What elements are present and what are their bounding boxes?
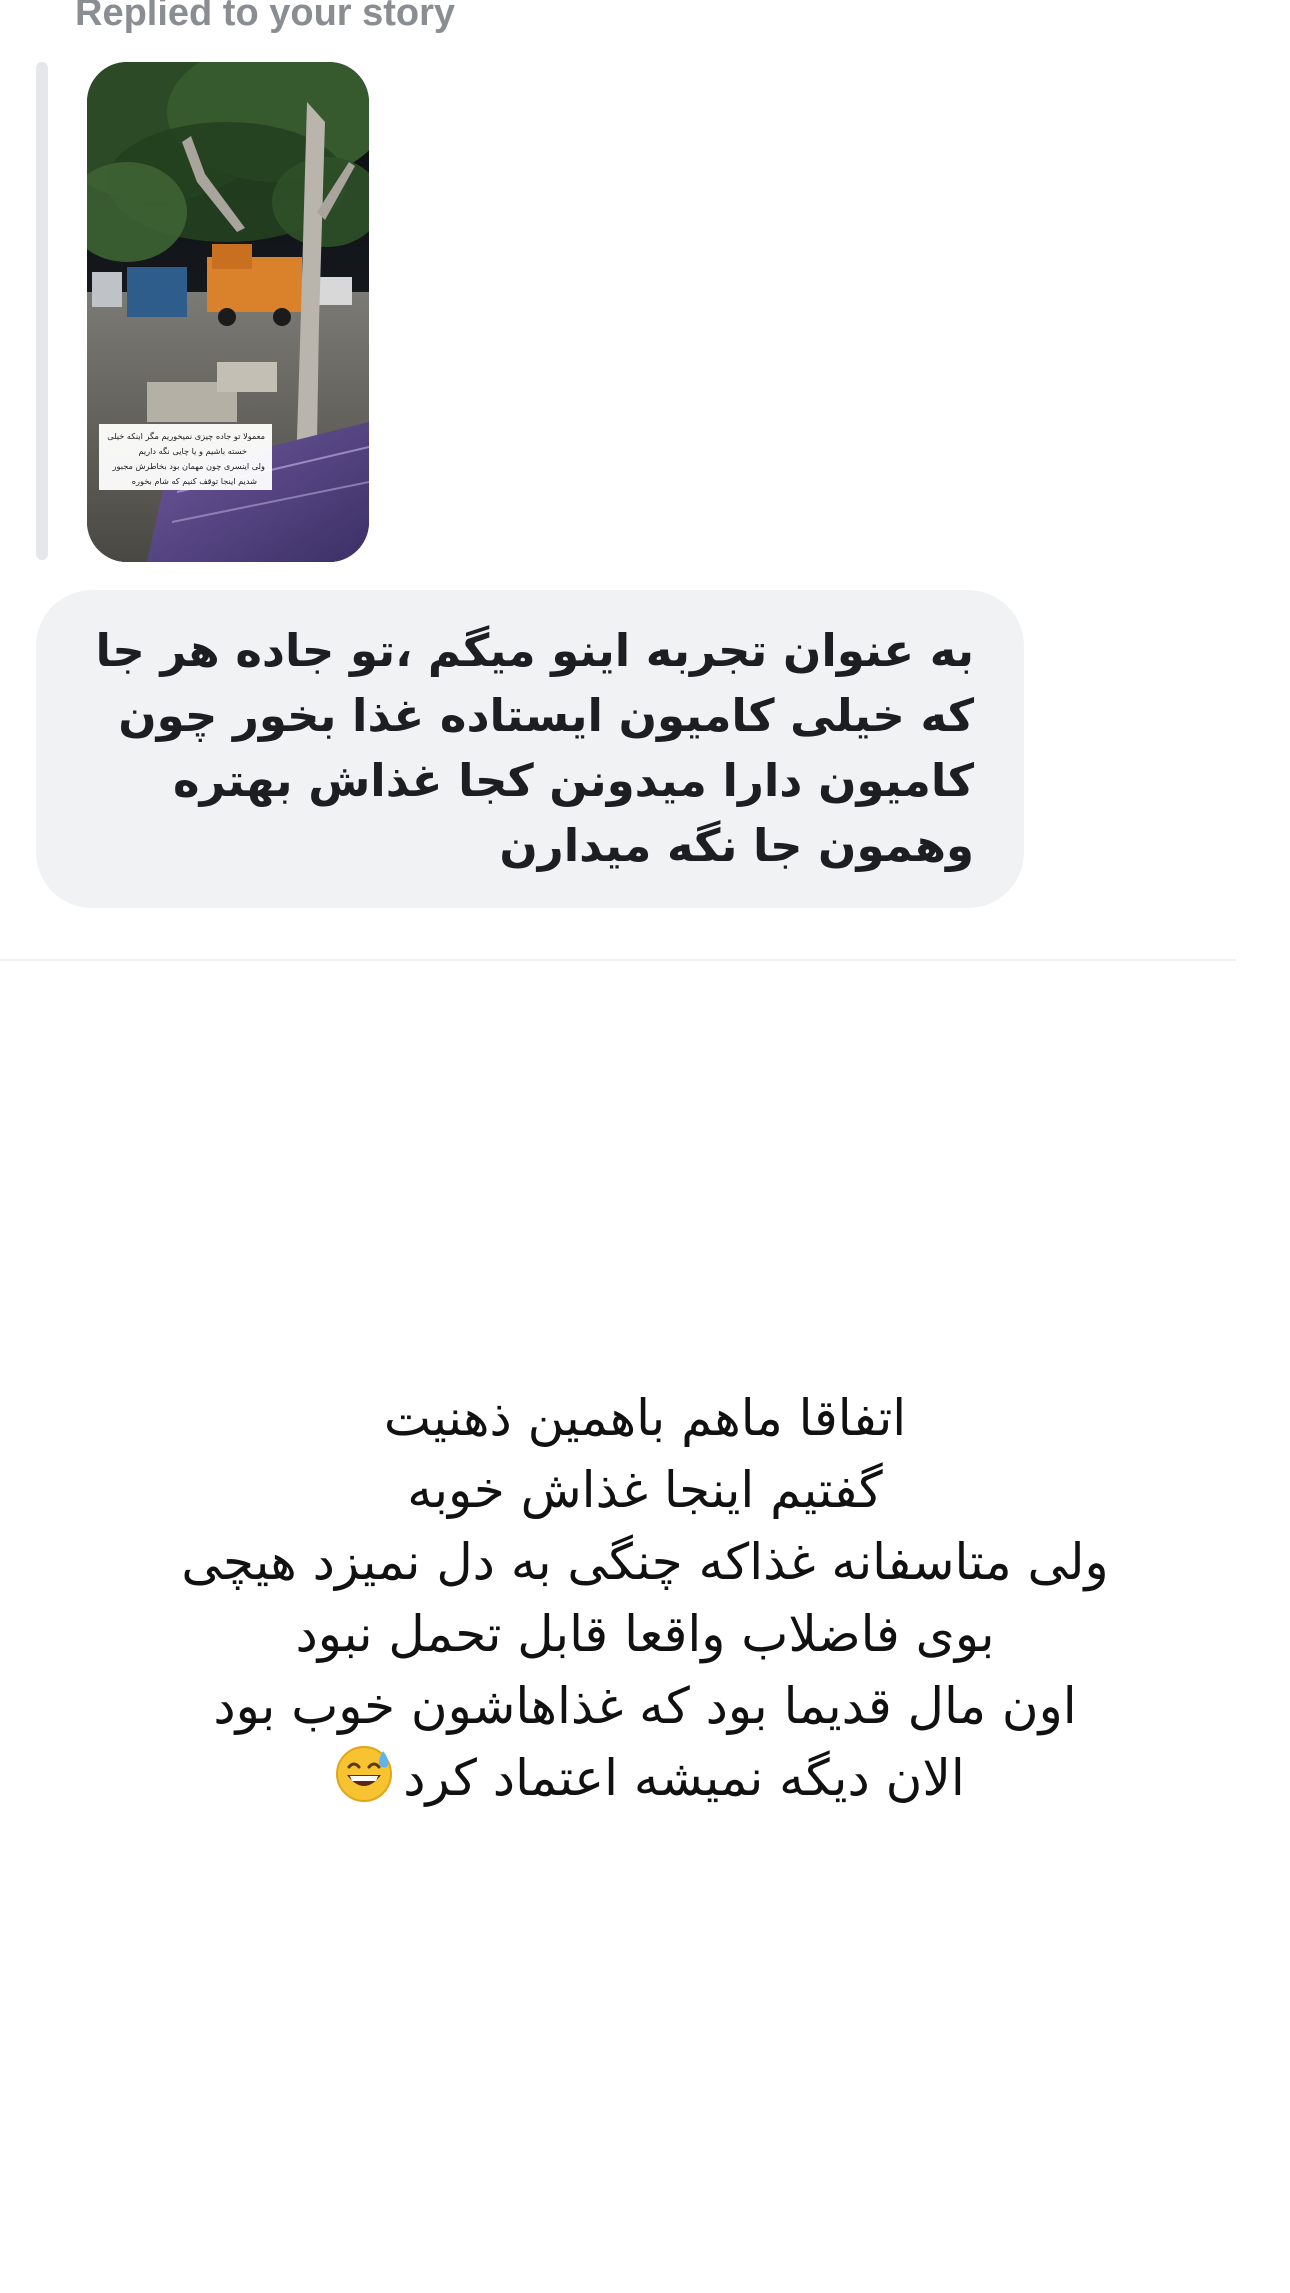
story-caption-line-1: معمولا تو جاده چیزی نمیخوریم مگر اینکه خ… <box>107 431 265 441</box>
story-text-line-6-row: الان دیگه نمیشه اعتماد کرد <box>0 1742 1290 1814</box>
story-thumbnail-image: معمولا تو جاده چیزی نمیخوریم مگر اینکه خ… <box>87 62 369 562</box>
story-thumbnail[interactable]: معمولا تو جاده چیزی نمیخوریم مگر اینکه خ… <box>87 62 369 562</box>
story-caption-line-4: شدیم اینجا توقف کنیم که شام بخوره <box>132 476 257 486</box>
replied-to-story-label: Replied to your story <box>75 0 456 34</box>
story-caption-line-2: خسته باشیم و یا چایی نگه داریم <box>138 446 247 456</box>
story-text-line-3: ولی متاسفانه غذاکه چنگی به دل نمیزد هیچی <box>181 1533 1109 1591</box>
story-text-line-5: اون مال قدیما بود که غذاهاشون خوب بود <box>213 1677 1077 1735</box>
story-text-line-1: اتفاقا ماهم باهمین ذهنیت <box>383 1389 907 1447</box>
story-text-block: اتفاقا ماهم باهمین ذهنیت گفتیم اینجا غذا… <box>0 1382 1290 1814</box>
divider <box>0 959 1236 961</box>
story-reply-screen: Replied to your story معمولا تو جاده چیز… <box>0 0 1290 2293</box>
story-caption-line-3: ولی اینسری چون مهمان بود بخاطرش مجبور <box>112 461 265 471</box>
story-text-line-4: بوی فاضلاب واقعا قابل تحمل نبود <box>295 1605 995 1663</box>
quote-bar <box>36 62 48 560</box>
message-text: به عنوان تجربه اینو میگم ،تو جاده هر جا … <box>95 624 975 872</box>
message-bubble[interactable]: به عنوان تجربه اینو میگم ،تو جاده هر جا … <box>36 590 1024 908</box>
story-text-line-2: گفتیم اینجا غذاش خوبه <box>407 1461 883 1519</box>
story-text-line-6: الان دیگه نمیشه اعتماد کرد <box>403 1749 965 1807</box>
grinning-face-with-sweat-icon <box>335 1745 393 1803</box>
